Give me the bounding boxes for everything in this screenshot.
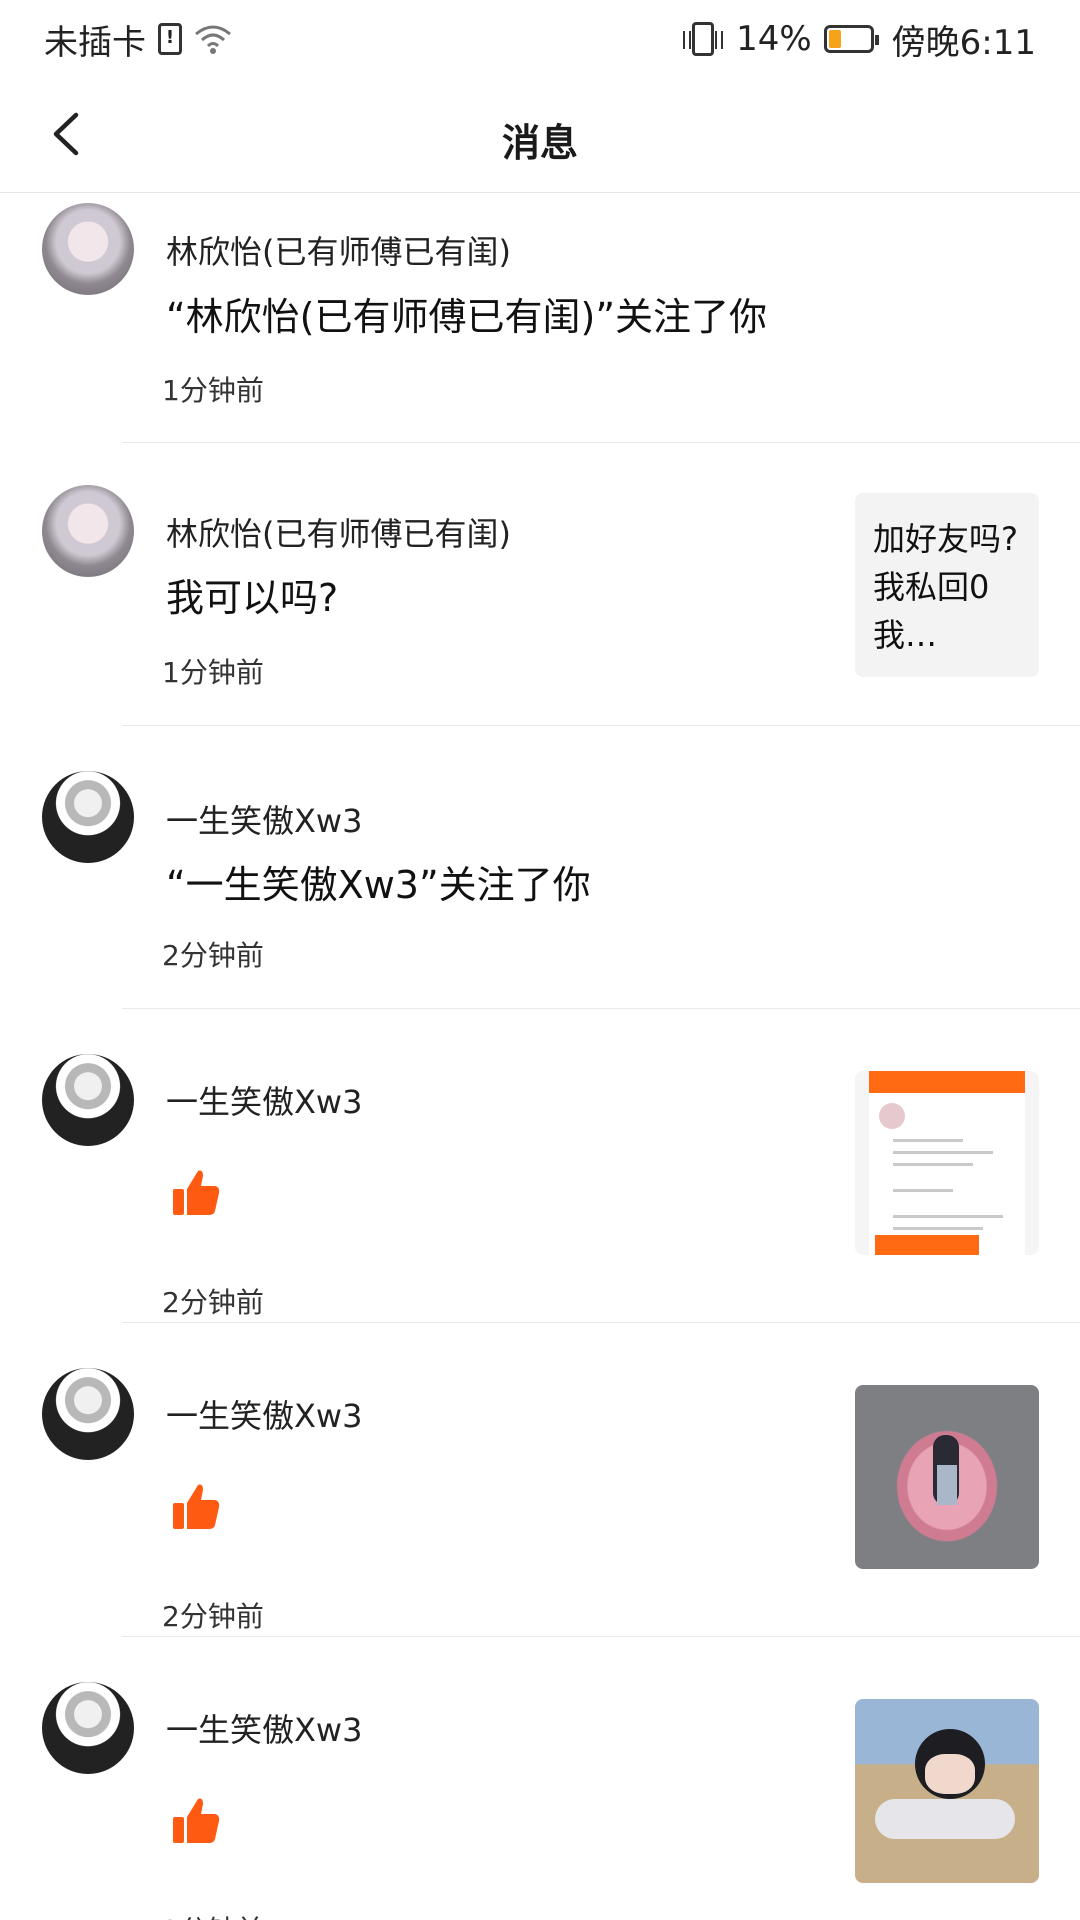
list-item[interactable]: 林欣怡(已有师傅已有闺) “林欣怡(已有师傅已有闺)”关注了你 1分钟前	[0, 193, 1080, 443]
message-preview[interactable]: 加好友吗? 我私回0 我…	[855, 493, 1039, 677]
list-item[interactable]: 林欣怡(已有师傅已有闺) 我可以吗? 1分钟前 加好友吗? 我私回0 我…	[0, 443, 1080, 726]
thumbs-up-icon	[173, 1798, 220, 1843]
thumbs-up-icon	[173, 1484, 220, 1529]
user-name[interactable]: 一生笑傲Xw3	[166, 1705, 362, 1751]
post-thumbnail[interactable]	[855, 1071, 1039, 1255]
user-name[interactable]: 一生笑傲Xw3	[166, 796, 362, 842]
list-item[interactable]: 一生笑傲Xw3 2分钟前	[0, 1009, 1080, 1323]
preview-text: 加好友吗? 我私回0 我…	[873, 520, 1018, 654]
status-bar: 未插卡 14% 傍晚6:11	[0, 0, 1080, 78]
wifi-icon	[195, 25, 231, 54]
user-name[interactable]: 一生笑傲Xw3	[166, 1391, 362, 1437]
top-bar: 消息	[0, 78, 1080, 193]
list-item[interactable]: 一生笑傲Xw3 2分钟前	[0, 1637, 1080, 1920]
carrier-label: 未插卡	[44, 22, 146, 63]
post-thumbnail[interactable]	[855, 1385, 1039, 1569]
message-list: 林欣怡(已有师傅已有闺) “林欣怡(已有师傅已有闺)”关注了你 1分钟前 林欣怡…	[0, 193, 1080, 1920]
thumbs-up-icon	[173, 1170, 220, 1215]
battery-percent: 14%	[736, 19, 812, 59]
vibrate-icon	[683, 22, 724, 56]
message-time: 2分钟前	[162, 1600, 264, 1633]
battery-icon	[823, 25, 879, 53]
message-content: “林欣怡(已有师傅已有闺)”关注了你	[166, 295, 768, 339]
user-name[interactable]: 一生笑傲Xw3	[166, 1077, 362, 1123]
message-content: 我可以吗?	[166, 576, 339, 620]
list-item[interactable]: 一生笑傲Xw3 “一生笑傲Xw3”关注了你 2分钟前	[0, 726, 1080, 1009]
avatar[interactable]	[42, 1054, 134, 1146]
status-right: 14% 傍晚6:11	[682, 15, 1036, 64]
avatar[interactable]	[42, 203, 134, 295]
list-item[interactable]: 一生笑傲Xw3 2分钟前	[0, 1323, 1080, 1637]
message-time: 2分钟前	[162, 939, 264, 972]
clock: 傍晚6:11	[891, 22, 1036, 63]
avatar[interactable]	[42, 1682, 134, 1774]
message-time: 2分钟前	[162, 1909, 264, 1920]
avatar[interactable]	[42, 485, 134, 577]
message-content: “一生笑傲Xw3”关注了你	[166, 863, 591, 907]
message-time: 2分钟前	[162, 1286, 264, 1319]
avatar[interactable]	[42, 1368, 134, 1460]
sim-alert-icon	[158, 23, 182, 55]
messages-page: 未插卡 14% 傍晚6:11 消息 林欣怡	[0, 0, 1080, 1920]
status-left: 未插卡	[44, 15, 232, 64]
message-time: 1分钟前	[162, 656, 264, 689]
post-thumbnail[interactable]	[855, 1699, 1039, 1883]
user-name[interactable]: 林欣怡(已有师傅已有闺)	[166, 227, 511, 273]
avatar[interactable]	[42, 771, 134, 863]
user-name[interactable]: 林欣怡(已有师傅已有闺)	[166, 509, 511, 555]
page-title: 消息	[501, 121, 578, 165]
message-time: 1分钟前	[162, 374, 264, 407]
